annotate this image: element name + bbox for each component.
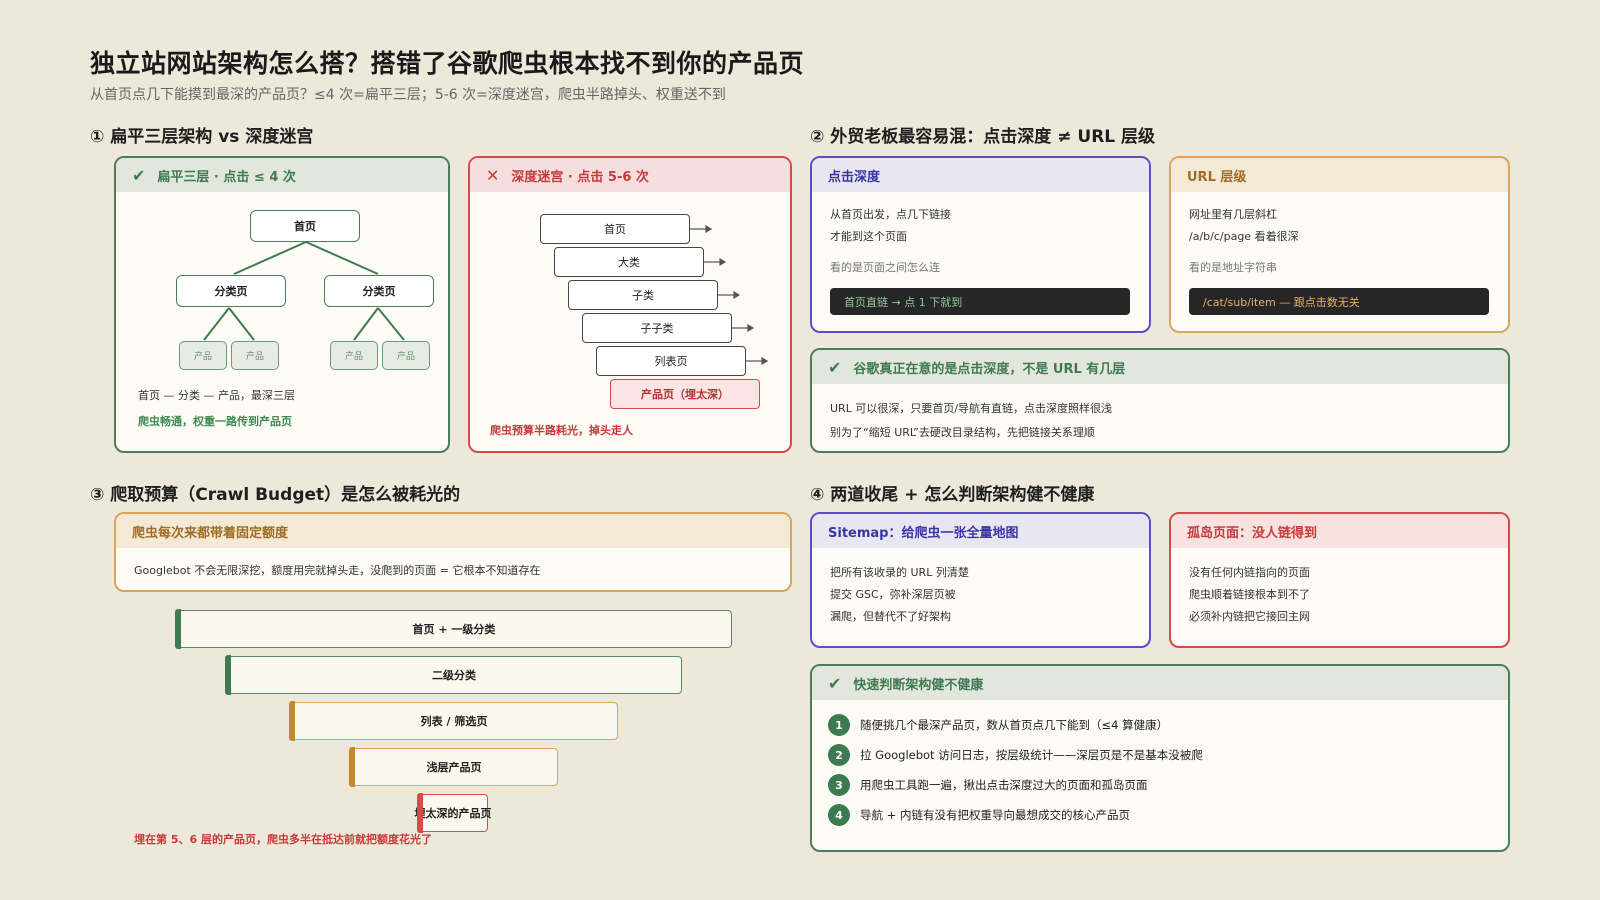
sitemap-card: Sitemap：给爬虫一张全量地图 把所有该收录的 URL 列清楚 提交 GSC… xyxy=(810,512,1151,648)
tree-root-home: 首页 xyxy=(250,210,360,242)
orphan-line-1: 没有任何内链指向的页面 xyxy=(1189,566,1310,579)
tree-category-2: 分类页 xyxy=(324,275,434,307)
check-text-4: 导航 + 内链有没有把权重导向最想成交的核心产品页 xyxy=(860,808,1130,822)
crawl-budget-card: 爬虫每次来都带着固定额度 Googlebot 不会无限深挖，额度用完就掉头走，没… xyxy=(114,512,792,592)
funnel-level-1-label: 首页 + 一级分类 xyxy=(412,623,496,636)
funnel-level-1: 首页 + 一级分类 xyxy=(175,609,732,649)
url-level-example: /cat/sub/item — 跟点击数无关 xyxy=(1189,288,1489,315)
funnel-level-1-bar xyxy=(175,609,181,649)
check-number-4: 4 xyxy=(828,804,850,826)
orphan-line-3: 必须补内链把它接回主网 xyxy=(1189,610,1310,623)
click-depth-header: 点击深度 xyxy=(812,158,1149,192)
funnel-level-5: 埋太深的产品页 xyxy=(415,793,492,833)
deep-note: 爬虫预算半路耗光，掉头走人 xyxy=(490,424,633,437)
crawl-budget-line: Googlebot 不会无限深挖，额度用完就掉头走，没爬到的页面 = 它根本不知… xyxy=(134,564,541,577)
url-level-header: URL 层级 xyxy=(1171,158,1508,192)
tree-category-1: 分类页 xyxy=(176,275,286,307)
flat-description: 首页 — 分类 — 产品，最深三层 xyxy=(138,389,295,402)
check-item-1: 1 随便挑几个最深产品页，数从首页点几下能到（≤4 算健康） xyxy=(828,714,1168,736)
click-depth-line-2: 才能到这个页面 xyxy=(830,230,907,243)
funnel-level-2: 二级分类 xyxy=(225,655,682,695)
deep-product-page: 产品页（埋太深） xyxy=(610,379,760,409)
url-level-line-3: 看的是地址字符串 xyxy=(1189,261,1277,274)
section-2-heading: ② 外贸老板最容易混：点击深度 ≠ URL 层级 xyxy=(810,127,1156,147)
sitemap-line-1: 把所有该收录的 URL 列清楚 xyxy=(830,566,969,579)
tree-product-2: 产品 xyxy=(231,341,279,370)
funnel-level-2-label: 二级分类 xyxy=(432,669,476,682)
page-title: 独立站网站架构怎么搭？搭错了谷歌爬虫根本找不到你的产品页 xyxy=(90,49,805,78)
check-number-1: 1 xyxy=(828,714,850,736)
tree-product-4: 产品 xyxy=(382,341,430,370)
orphan-page-card: 孤岛页面：没人链得到 没有任何内链指向的页面 爬虫顺着链接根本到不了 必须补内链… xyxy=(1169,512,1510,648)
funnel-level-4-label: 浅层产品页 xyxy=(426,761,482,774)
section-3-heading: ③ 爬取预算（Crawl Budget）是怎么被耗光的 xyxy=(90,485,461,505)
orphan-header: 孤岛页面：没人链得到 xyxy=(1171,514,1508,548)
deep-step-1: 首页 xyxy=(540,214,690,244)
google-focus-card: ✔ 谷歌真正在意的是点击深度，不是 URL 有几层 URL 可以很深，只要首页/… xyxy=(810,348,1510,453)
deep-step-3: 子类 xyxy=(568,280,718,310)
section-1-heading: ① 扁平三层架构 vs 深度迷宫 xyxy=(90,127,314,147)
deep-step-5: 列表页 xyxy=(596,346,746,376)
flat-note: 爬虫畅通，权重一路传到产品页 xyxy=(138,415,292,428)
click-depth-line-3: 看的是页面之间怎么连 xyxy=(830,261,940,274)
tree-product-1: 产品 xyxy=(179,341,227,370)
funnel-level-4-bar xyxy=(349,747,355,787)
click-depth-card: 点击深度 从首页出发，点几下链接 才能到这个页面 看的是页面之间怎么连 首页直链… xyxy=(810,156,1151,333)
funnel-level-3: 列表 / 筛选页 xyxy=(289,701,618,741)
funnel-level-5-bar xyxy=(417,793,423,833)
health-check-card: ✔ 快速判断架构健不健康 1 随便挑几个最深产品页，数从首页点几下能到（≤4 算… xyxy=(810,664,1510,852)
funnel-note: 埋在第 5、6 层的产品页，爬虫多半在抵达前就把额度花光了 xyxy=(134,833,432,846)
orphan-line-2: 爬虫顺着链接根本到不了 xyxy=(1189,588,1310,601)
health-check-title: 快速判断架构健不健康 xyxy=(853,677,984,693)
funnel-level-3-bar xyxy=(289,701,295,741)
click-depth-example: 首页直链 → 点 1 下就到 xyxy=(830,288,1130,315)
google-focus-line-1: URL 可以很深，只要首页/导航有直链，点击深度照样很浅 xyxy=(830,402,1113,415)
check-icon: ✔ xyxy=(828,673,842,693)
tree-product-3: 产品 xyxy=(330,341,378,370)
check-text-3: 用爬虫工具跑一遍，揪出点击深度过大的页面和孤岛页面 xyxy=(860,778,1148,792)
click-depth-line-1: 从首页出发，点几下链接 xyxy=(830,208,951,221)
url-level-card: URL 层级 网址里有几层斜杠 /a/b/c/page 看着很深 看的是地址字符… xyxy=(1169,156,1510,333)
section-4-heading: ④ 两道收尾 + 怎么判断架构健不健康 xyxy=(810,485,1095,505)
flat-architecture-card: ✔ 扁平三层 · 点击 ≤ 4 次 首页 分类页 分类页 产品 产品 产品 产品… xyxy=(114,156,450,453)
check-text-1: 随便挑几个最深产品页，数从首页点几下能到（≤4 算健康） xyxy=(860,718,1169,732)
funnel-level-2-bar xyxy=(225,655,231,695)
deep-step-2: 大类 xyxy=(554,247,704,277)
url-level-line-2: /a/b/c/page 看着很深 xyxy=(1189,230,1299,243)
check-number-2: 2 xyxy=(828,744,850,766)
check-item-2: 2 拉 Googlebot 访问日志，按层级统计——深层页是不是基本没被爬 xyxy=(828,744,1203,766)
google-focus-title: 谷歌真正在意的是点击深度，不是 URL 有几层 xyxy=(853,361,1126,377)
google-focus-line-2: 别为了“缩短 URL”去硬改目录结构，先把链接关系理顺 xyxy=(830,426,1095,439)
check-item-3: 3 用爬虫工具跑一遍，揪出点击深度过大的页面和孤岛页面 xyxy=(828,774,1148,796)
health-check-header: ✔ 快速判断架构健不健康 xyxy=(812,666,1508,700)
deep-maze-card: ✕ 深度迷宫 · 点击 5-6 次 首页 大类 子类 子子类 列表页 产品页（埋… xyxy=(468,156,792,453)
sitemap-line-2: 提交 GSC，弥补深层页被 xyxy=(830,588,956,601)
funnel-level-3-label: 列表 / 筛选页 xyxy=(420,715,488,728)
check-number-3: 3 xyxy=(828,774,850,796)
crawl-budget-header: 爬虫每次来都带着固定额度 xyxy=(116,514,790,548)
url-level-line-1: 网址里有几层斜杠 xyxy=(1189,208,1277,221)
check-icon: ✔ xyxy=(828,357,842,377)
check-text-2: 拉 Googlebot 访问日志，按层级统计——深层页是不是基本没被爬 xyxy=(860,748,1203,762)
page-subtitle: 从首页点几下能摸到最深的产品页？≤4 次=扁平三层；5-6 次=深度迷宫，爬虫半… xyxy=(90,87,726,103)
check-item-4: 4 导航 + 内链有没有把权重导向最想成交的核心产品页 xyxy=(828,804,1130,826)
sitemap-line-3: 漏爬，但替代不了好架构 xyxy=(830,610,951,623)
sitemap-header: Sitemap：给爬虫一张全量地图 xyxy=(812,514,1149,548)
google-focus-header: ✔ 谷歌真正在意的是点击深度，不是 URL 有几层 xyxy=(812,350,1508,384)
funnel-level-4: 浅层产品页 xyxy=(349,747,558,787)
deep-step-4: 子子类 xyxy=(582,313,732,343)
funnel-level-5-label: 埋太深的产品页 xyxy=(414,807,492,820)
